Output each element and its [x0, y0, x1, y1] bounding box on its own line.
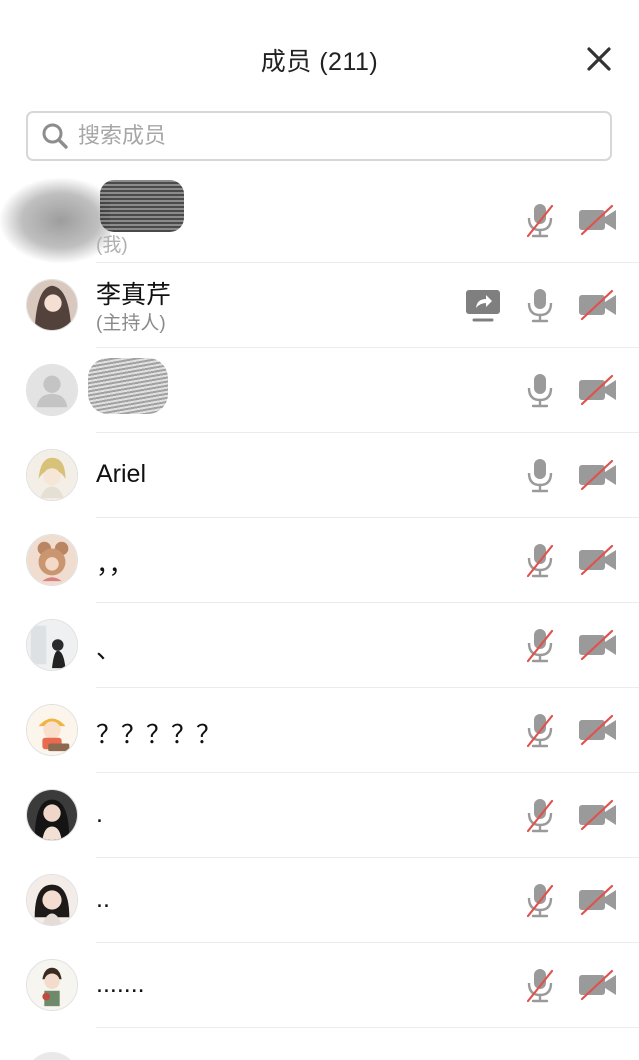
avatar [26, 874, 78, 926]
member-row[interactable]: .. [0, 858, 639, 943]
row-divider [96, 1027, 639, 1028]
search-input[interactable] [76, 122, 560, 150]
camera-off-icon[interactable] [578, 289, 618, 321]
avatar [26, 789, 78, 841]
camera-off-icon[interactable] [578, 714, 618, 746]
microphone-muted-icon[interactable] [525, 627, 555, 663]
screen-share-icon[interactable] [465, 287, 501, 323]
member-row[interactable]: Ariel [0, 433, 639, 518]
member-row[interactable] [0, 348, 639, 433]
redacted-name [88, 358, 168, 414]
close-button[interactable] [580, 40, 618, 78]
microphone-muted-icon[interactable] [525, 797, 555, 833]
microphone-muted-icon[interactable] [525, 202, 555, 238]
camera-off-icon[interactable] [578, 884, 618, 916]
member-role: (我) [96, 235, 128, 256]
microphone-muted-icon[interactable] [525, 542, 555, 578]
next-avatar-peek [26, 1052, 78, 1060]
member-row[interactable]: ....... [0, 943, 639, 1028]
avatar [26, 279, 78, 331]
redacted-name [100, 180, 184, 232]
member-name: 、 [96, 636, 122, 664]
default-avatar [26, 364, 78, 416]
members-panel: 成员 (211) (我) [0, 0, 639, 1060]
member-row-self[interactable]: (我) [0, 178, 639, 263]
microphone-icon[interactable] [525, 287, 555, 323]
member-name: . [96, 800, 103, 828]
member-name: ，， [96, 551, 134, 579]
avatar [26, 959, 78, 1011]
panel-title: 成员 (211) [260, 48, 379, 76]
avatar [26, 619, 78, 671]
member-role: (主持人) [96, 313, 166, 334]
camera-off-icon[interactable] [578, 374, 618, 406]
microphone-muted-icon[interactable] [525, 712, 555, 748]
member-row[interactable]: 、 [0, 603, 639, 688]
avatar [26, 449, 78, 501]
member-name: .. [96, 885, 110, 913]
member-name: 李真芹 [96, 281, 172, 309]
microphone-muted-icon[interactable] [525, 882, 555, 918]
avatar [26, 704, 78, 756]
avatar [26, 534, 78, 586]
camera-off-icon[interactable] [578, 799, 618, 831]
member-row-host[interactable]: 李真芹 (主持人) [0, 263, 639, 348]
member-name: ....... [96, 970, 145, 998]
redacted-avatar [0, 178, 110, 263]
member-row[interactable]: ？？？？？ [0, 688, 639, 773]
member-row[interactable]: . [0, 773, 639, 858]
member-name: ？？？？？ [96, 721, 222, 749]
microphone-muted-icon[interactable] [525, 967, 555, 1003]
member-list: (我) 李真芹 (主持人) Ariel ，， 、 ？？？？？ . .. ....… [0, 178, 639, 1028]
panel-header: 成员 (211) [0, 0, 639, 110]
member-name: Ariel [96, 460, 147, 488]
microphone-icon[interactable] [525, 372, 555, 408]
search-box[interactable] [26, 111, 612, 161]
camera-off-icon[interactable] [578, 459, 618, 491]
camera-off-icon[interactable] [578, 969, 618, 1001]
microphone-icon[interactable] [525, 457, 555, 493]
camera-off-icon[interactable] [578, 544, 618, 576]
search-icon [42, 123, 68, 149]
member-row[interactable]: ，， [0, 518, 639, 603]
camera-off-icon[interactable] [578, 629, 618, 661]
close-icon [587, 47, 611, 71]
camera-off-icon[interactable] [578, 204, 618, 236]
